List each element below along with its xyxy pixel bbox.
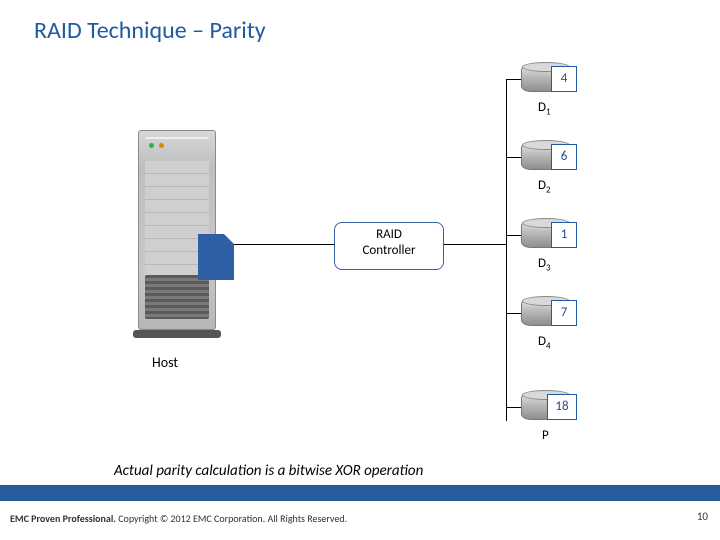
footer-rest: Copyright © 2012 EMC Corporation. All Ri… bbox=[116, 512, 347, 525]
disk-d4-label: D4 bbox=[538, 334, 551, 352]
disk-parity-value: 18 bbox=[547, 394, 577, 420]
disk-d2-value: 6 bbox=[551, 144, 577, 170]
page-number: 10 bbox=[697, 510, 708, 523]
disk-d3-value: 1 bbox=[551, 222, 577, 248]
host-label: Host bbox=[152, 354, 178, 371]
bus-stub-d4 bbox=[506, 313, 521, 314]
bus-stub-parity bbox=[506, 407, 521, 408]
bus-stub-d3 bbox=[506, 235, 521, 236]
disk-parity-icon: 18 bbox=[521, 392, 571, 420]
disk-parity-label: P bbox=[542, 428, 549, 443]
disk-d1-value: 4 bbox=[551, 66, 577, 92]
bus-stub-d2 bbox=[506, 157, 521, 158]
link-host-to-controller bbox=[234, 244, 334, 245]
link-controller-to-bus bbox=[444, 244, 506, 245]
bus-stub-d1 bbox=[506, 79, 521, 80]
parity-caption: Actual parity calculation is a bitwise X… bbox=[114, 462, 423, 480]
disk-d2-icon: 6 bbox=[521, 142, 571, 170]
drive-bus-line bbox=[506, 79, 507, 421]
disk-d4-icon: 7 bbox=[521, 298, 571, 326]
footer-band bbox=[0, 485, 720, 501]
disk-d3-icon: 1 bbox=[521, 220, 571, 248]
disk-d1-label: D1 bbox=[538, 100, 551, 118]
disk-d4-value: 7 bbox=[551, 300, 577, 326]
footer-copyright: EMC Proven Professional. Copyright © 201… bbox=[10, 512, 347, 525]
data-block-icon bbox=[198, 234, 234, 280]
disk-d2-label: D2 bbox=[538, 178, 551, 196]
raid-controller-box: RAIDController bbox=[334, 222, 444, 270]
slide-title: RAID Technique – Parity bbox=[34, 16, 266, 45]
disk-d1-icon: 4 bbox=[521, 64, 571, 92]
footer-strong: EMC Proven Professional. bbox=[10, 512, 116, 525]
disk-d3-label: D3 bbox=[538, 256, 551, 274]
host-server-icon bbox=[138, 126, 216, 338]
